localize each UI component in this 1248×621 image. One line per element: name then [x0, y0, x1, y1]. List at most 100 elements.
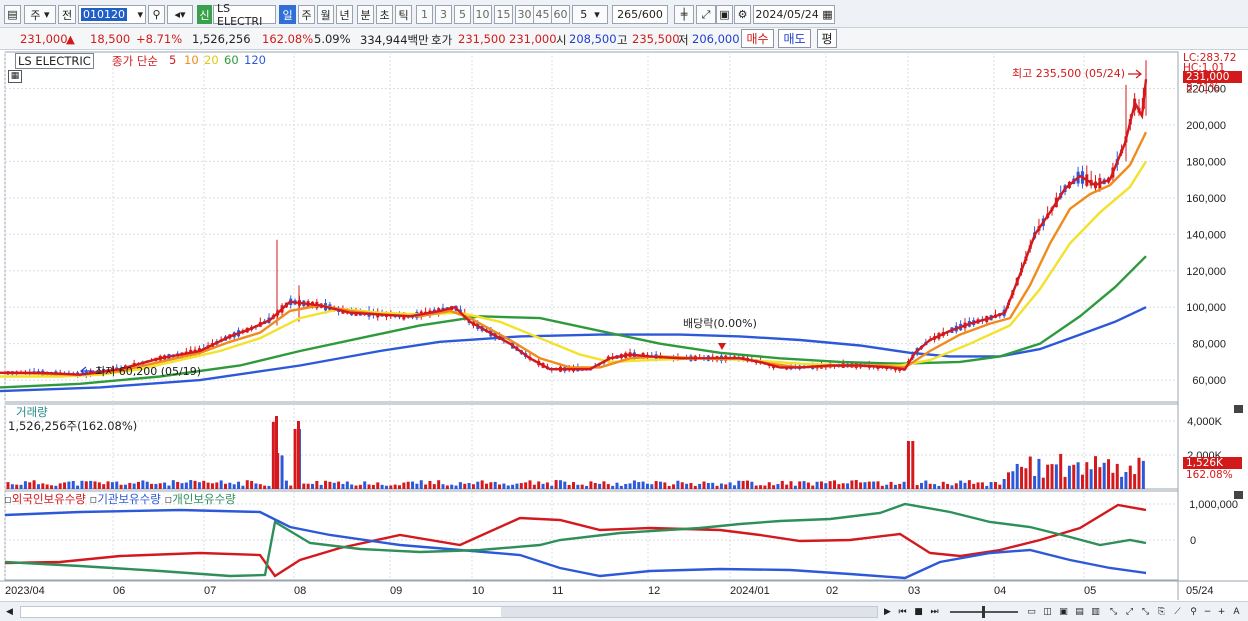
period-tick-tab[interactable]: 틱: [395, 5, 412, 24]
ma-20-label[interactable]: 20: [204, 53, 219, 67]
interval-5-button[interactable]: 5: [454, 5, 471, 24]
scroll-left-icon[interactable]: ◀: [2, 605, 17, 619]
volume-bar: [197, 482, 201, 489]
ma-indicator-label[interactable]: 종가 단순: [112, 53, 158, 69]
volume-bar: [1020, 466, 1024, 489]
foreign-holding-label[interactable]: 외국인보유수량: [12, 492, 86, 506]
draw-tool-icon[interactable]: ⤡: [1106, 605, 1121, 619]
stock-code-input[interactable]: 010120 ▾: [78, 5, 146, 24]
volume-bar: [506, 485, 510, 489]
scroll-track[interactable]: [20, 606, 878, 618]
x-tick-label: 12: [648, 585, 660, 597]
volume-bar: [224, 483, 227, 489]
period-minute-tab[interactable]: 분: [357, 5, 374, 24]
chart-toolbar: ▤ 주 ▾ 전 010120 ▾ ⚲ ◂▾ 신 LS ELECTRI 일 주 월 …: [0, 0, 1248, 28]
volume-bar: [406, 481, 410, 489]
font-size-icon[interactable]: A: [1229, 605, 1244, 619]
layout-1-icon[interactable]: ▭: [1024, 605, 1039, 619]
interval-3-button[interactable]: 3: [435, 5, 452, 24]
interval-15-button[interactable]: 15: [494, 5, 513, 24]
ma-120-label[interactable]: 120: [244, 53, 266, 67]
market-select[interactable]: 주 ▾: [24, 5, 56, 24]
draw-tool-4-icon[interactable]: ⎘: [1154, 605, 1169, 619]
eval-button[interactable]: 평: [817, 29, 837, 48]
volume-bar: [650, 484, 654, 489]
volume-bar: [219, 480, 223, 489]
volume-bar: [97, 482, 101, 489]
period-day-tab[interactable]: 일: [279, 5, 296, 24]
window-menu-icon[interactable]: ▤: [4, 5, 21, 24]
interval-45-button[interactable]: 45: [533, 5, 552, 24]
chart-scrollbar[interactable]: ◀ ▶ ⏮ ■ ⏭ ▭ ◫ ▣ ▤ ▥ ⤡ ⤢ ⤡ ⎘ ⟋ ⚲ − + A: [0, 601, 1248, 621]
volume-panel-close-icon[interactable]: [1234, 405, 1243, 413]
volume-bar: [959, 480, 963, 489]
volume-bar: [963, 482, 967, 489]
volume-bar: [689, 483, 693, 489]
period-month-tab[interactable]: 월: [317, 5, 334, 24]
buy-button[interactable]: 매수: [741, 29, 774, 48]
ma-10-label[interactable]: 10: [184, 53, 199, 67]
zoom-in-icon[interactable]: +: [1214, 605, 1229, 619]
gear-icon[interactable]: ⚙: [734, 5, 751, 24]
zoom-slider-handle[interactable]: [982, 606, 985, 618]
volume-bar: [267, 485, 271, 489]
draw-tool-5-icon[interactable]: ⟋: [1170, 605, 1185, 619]
volume-bar: [498, 484, 502, 489]
scroll-first-icon[interactable]: ⏮: [895, 605, 910, 619]
layout-2-icon[interactable]: ◫: [1040, 605, 1055, 619]
chart-area[interactable]: 2023/04 06 07 08 09 10 11 12 2024/01 02 03 04 05 05/2…: [0, 51, 1248, 601]
layout-4-icon[interactable]: ▤: [1072, 605, 1087, 619]
stop-icon[interactable]: ■: [911, 605, 926, 619]
interval-select[interactable]: 5 ▾: [572, 5, 608, 24]
volume-panel-frame: [4, 403, 1179, 490]
volume-bar: [750, 481, 754, 489]
main-panel-frame: [4, 51, 1179, 403]
new-badge[interactable]: 신: [197, 5, 212, 24]
table-icon[interactable]: ▦: [8, 70, 22, 83]
interval-10-button[interactable]: 10: [473, 5, 492, 24]
interval-1-button[interactable]: 1: [416, 5, 433, 24]
holding-panel-close-icon[interactable]: [1234, 491, 1243, 499]
data-count-field[interactable]: 265/600: [612, 5, 668, 24]
candle-type-icon[interactable]: ╪: [674, 5, 694, 24]
volume-bar: [315, 480, 319, 489]
interval-60-button[interactable]: 60: [551, 5, 570, 24]
main-panel-title[interactable]: LS ELECTRIC: [15, 53, 94, 69]
interval-30-button[interactable]: 30: [515, 5, 534, 24]
ma-5-label[interactable]: 5: [169, 53, 176, 67]
x-tick-label: 05/24: [1186, 585, 1214, 597]
speaker-icon[interactable]: ◂▾: [167, 5, 193, 24]
scroll-thumb[interactable]: [501, 607, 877, 617]
ma-60-label[interactable]: 60: [224, 53, 239, 67]
draw-tool-2-icon[interactable]: ⤢: [1122, 605, 1137, 619]
zoom-slider[interactable]: [950, 606, 1018, 618]
layout-5-icon[interactable]: ▥: [1088, 605, 1103, 619]
prev-button[interactable]: 전: [58, 5, 76, 24]
volume-bar: [10, 484, 14, 489]
period-week-tab[interactable]: 주: [298, 5, 315, 24]
save-icon[interactable]: ▣: [716, 5, 733, 24]
volume-bar: [915, 485, 919, 489]
scroll-right-icon[interactable]: ▶: [880, 605, 895, 619]
volume-bar: [1085, 462, 1089, 489]
stock-chart-svg[interactable]: 2023/04 06 07 08 09 10 11 12 2024/01 02 03 04 05 05/2…: [0, 51, 1248, 601]
volume-bar: [58, 483, 62, 489]
x-tick-label: 06: [113, 585, 125, 597]
volume-bar: [345, 481, 349, 489]
period-year-tab[interactable]: 년: [336, 5, 353, 24]
search-zoom-icon[interactable]: ⚲: [1186, 605, 1201, 619]
individual-holding-label[interactable]: 개인보유수량: [172, 492, 235, 506]
stock-name-field[interactable]: LS ELECTRI: [213, 2, 276, 28]
line-tool-icon[interactable]: ⤢: [696, 5, 716, 24]
volume-bar: [502, 483, 506, 489]
institution-holding-label[interactable]: 기관보유수량: [97, 492, 160, 506]
period-second-tab[interactable]: 초: [376, 5, 393, 24]
draw-tool-3-icon[interactable]: ⤡: [1138, 605, 1153, 619]
volume-bar: [306, 483, 310, 489]
sell-button[interactable]: 매도: [778, 29, 811, 48]
search-icon[interactable]: ⚲: [148, 5, 165, 24]
zoom-out-icon[interactable]: −: [1200, 605, 1215, 619]
scroll-last-icon[interactable]: ⏭: [927, 605, 942, 619]
layout-3-icon[interactable]: ▣: [1056, 605, 1071, 619]
date-input[interactable]: 2024/05/24 ▦: [753, 5, 835, 24]
